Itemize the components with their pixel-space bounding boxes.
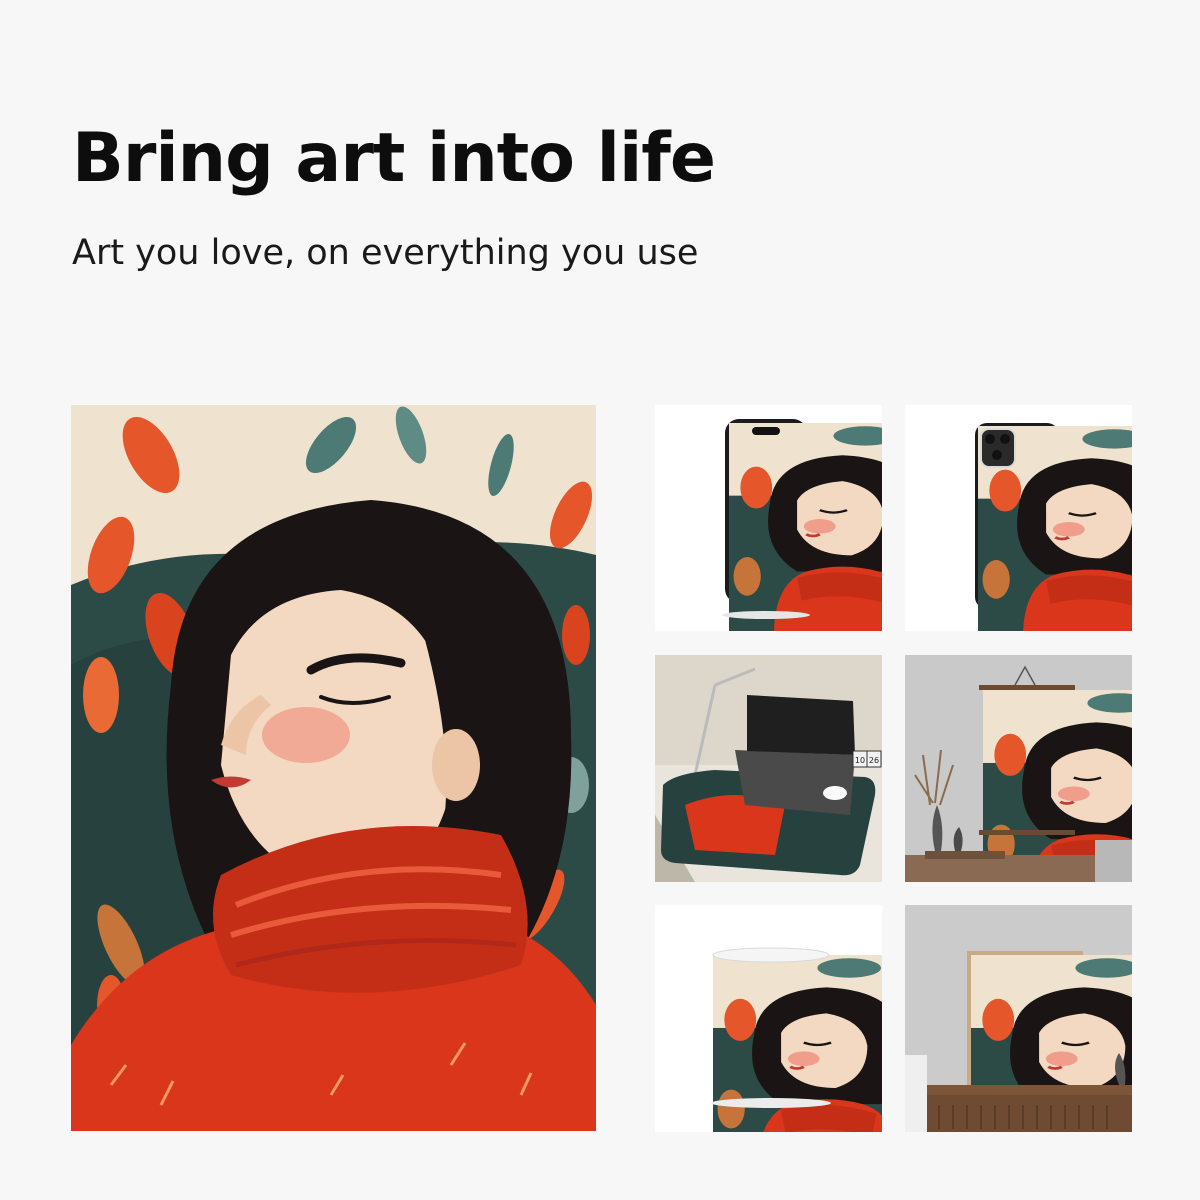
mug-mockup[interactable]	[655, 905, 882, 1132]
wall-poster-mockup[interactable]	[905, 655, 1132, 882]
desk-illustration: 10 26	[655, 655, 882, 882]
phone-mockup[interactable]	[655, 405, 882, 631]
framed-illustration	[905, 905, 1132, 1132]
calendar-month: 26	[869, 756, 879, 765]
phone-case-mockup[interactable]	[905, 405, 1132, 631]
page-title: Bring art into life	[72, 119, 716, 198]
main-artwork	[71, 405, 596, 1131]
calendar-day: 10	[855, 756, 865, 765]
desk-mat-mockup[interactable]: 10 26	[655, 655, 882, 882]
phone-illustration	[722, 419, 810, 619]
page-subtitle: Art you love, on everything you use	[72, 233, 699, 273]
phone-case-illustration	[975, 423, 1059, 609]
mug-illustration	[711, 947, 869, 1108]
framed-poster-mockup[interactable]	[905, 905, 1132, 1132]
wall-illustration	[905, 655, 1132, 882]
portrait-illustration	[71, 405, 596, 1131]
